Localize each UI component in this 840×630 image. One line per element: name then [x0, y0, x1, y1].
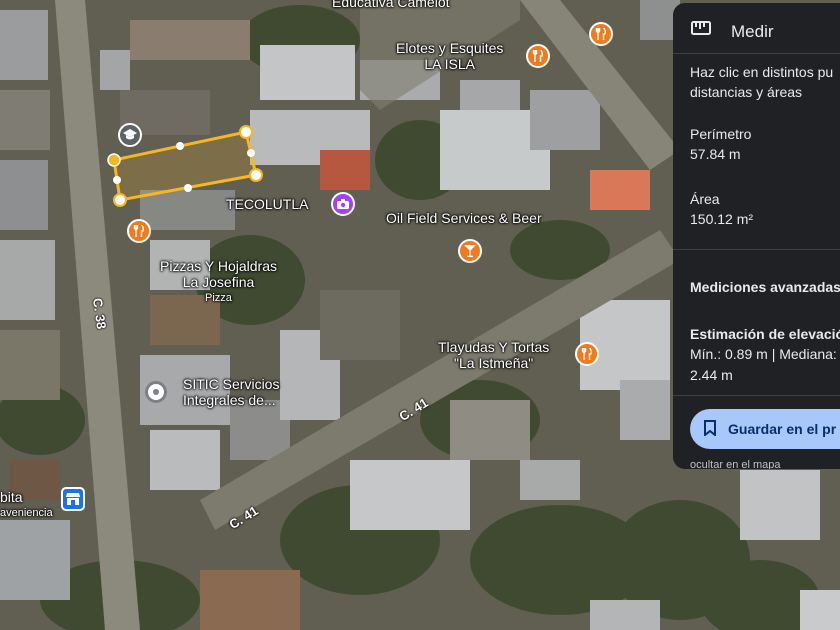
place-category: Pizza	[205, 292, 232, 304]
place-label-sitic[interactable]: SITIC Servicios Integrales de...	[183, 376, 279, 408]
place-label-store[interactable]: bita aveniencia	[0, 489, 53, 521]
school-icon[interactable]	[118, 123, 142, 147]
instructions-text: distancias y áreas	[690, 84, 803, 100]
place-name-line: bita	[0, 489, 23, 505]
perimeter-value: 57.84 m	[690, 146, 741, 162]
panel-header: Medir	[673, 3, 840, 59]
measure-midpoint[interactable]	[113, 176, 121, 184]
area-value: 150.12 m²	[690, 211, 754, 227]
place-label-tecolutla[interactable]: TECOLUTLA	[226, 196, 308, 212]
camera-icon[interactable]	[331, 192, 355, 216]
panel-title: Medir	[731, 22, 774, 41]
place-name-line: LA ISLA	[424, 56, 475, 72]
save-button[interactable]: Guardar en el pr	[690, 409, 840, 449]
area-label: Área	[690, 191, 720, 207]
place-name-line: "La Istmeña"	[454, 355, 534, 371]
restaurant-icon[interactable]	[589, 22, 613, 46]
advanced-measurements-label[interactable]: Mediciones avanzadas	[690, 279, 840, 295]
restaurant-icon[interactable]	[526, 44, 550, 68]
place-label-pizzas[interactable]: Pizzas Y Hojaldras La Josefina Pizza	[160, 258, 277, 306]
restaurant-icon[interactable]	[575, 342, 599, 366]
perimeter-label: Perímetro	[690, 126, 752, 142]
measure-midpoint[interactable]	[184, 184, 192, 192]
divider	[673, 395, 840, 396]
measure-vertex[interactable]	[113, 193, 127, 207]
store-icon[interactable]	[61, 487, 85, 511]
restaurant-icon[interactable]	[127, 219, 151, 243]
hide-on-map-text[interactable]: ocultar en el mapa	[690, 459, 781, 469]
place-name-line: aveniencia	[0, 507, 53, 519]
measure-midpoint[interactable]	[176, 142, 184, 150]
save-button-label: Guardar en el pr	[728, 421, 837, 437]
measure-midpoint[interactable]	[247, 149, 255, 157]
place-name-line: Elotes y Esquites	[396, 40, 504, 56]
elevation-stats: Mín.: 0.89 m | Mediana:	[690, 346, 837, 362]
place-name-line: SITIC Servicios	[183, 376, 280, 392]
place-name-line: Integrales de...	[183, 392, 276, 408]
place-label-tlayudas[interactable]: Tlayudas Y Tortas "La Istmeña"	[438, 339, 549, 371]
measure-vertex[interactable]	[107, 153, 121, 167]
instructions-text: Haz clic en distintos pu	[690, 64, 834, 80]
place-label-elotes[interactable]: Elotes y Esquites LA ISLA	[396, 40, 503, 72]
measure-vertex[interactable]	[239, 125, 253, 139]
elevation-stats: 2.44 m	[690, 367, 733, 383]
place-name-line: Tlayudas Y Tortas	[438, 339, 550, 355]
elevation-label: Estimación de elevació	[690, 326, 840, 342]
divider	[673, 249, 840, 250]
ruler-icon	[691, 21, 711, 35]
place-pin-icon[interactable]	[145, 381, 167, 403]
cocktail-icon[interactable]	[458, 239, 482, 263]
place-label-school[interactable]: Educativa Camelot	[332, 0, 450, 10]
bookmark-icon	[704, 420, 716, 436]
measure-panel: Medir Haz clic en distintos pu distancia…	[673, 3, 840, 469]
place-name-line: Pizzas Y Hojaldras	[160, 258, 277, 274]
place-name-line: La Josefina	[182, 274, 255, 290]
measure-vertex[interactable]	[249, 168, 263, 182]
divider	[673, 53, 840, 54]
place-label-oil-field[interactable]: Oil Field Services & Beer	[386, 210, 542, 226]
